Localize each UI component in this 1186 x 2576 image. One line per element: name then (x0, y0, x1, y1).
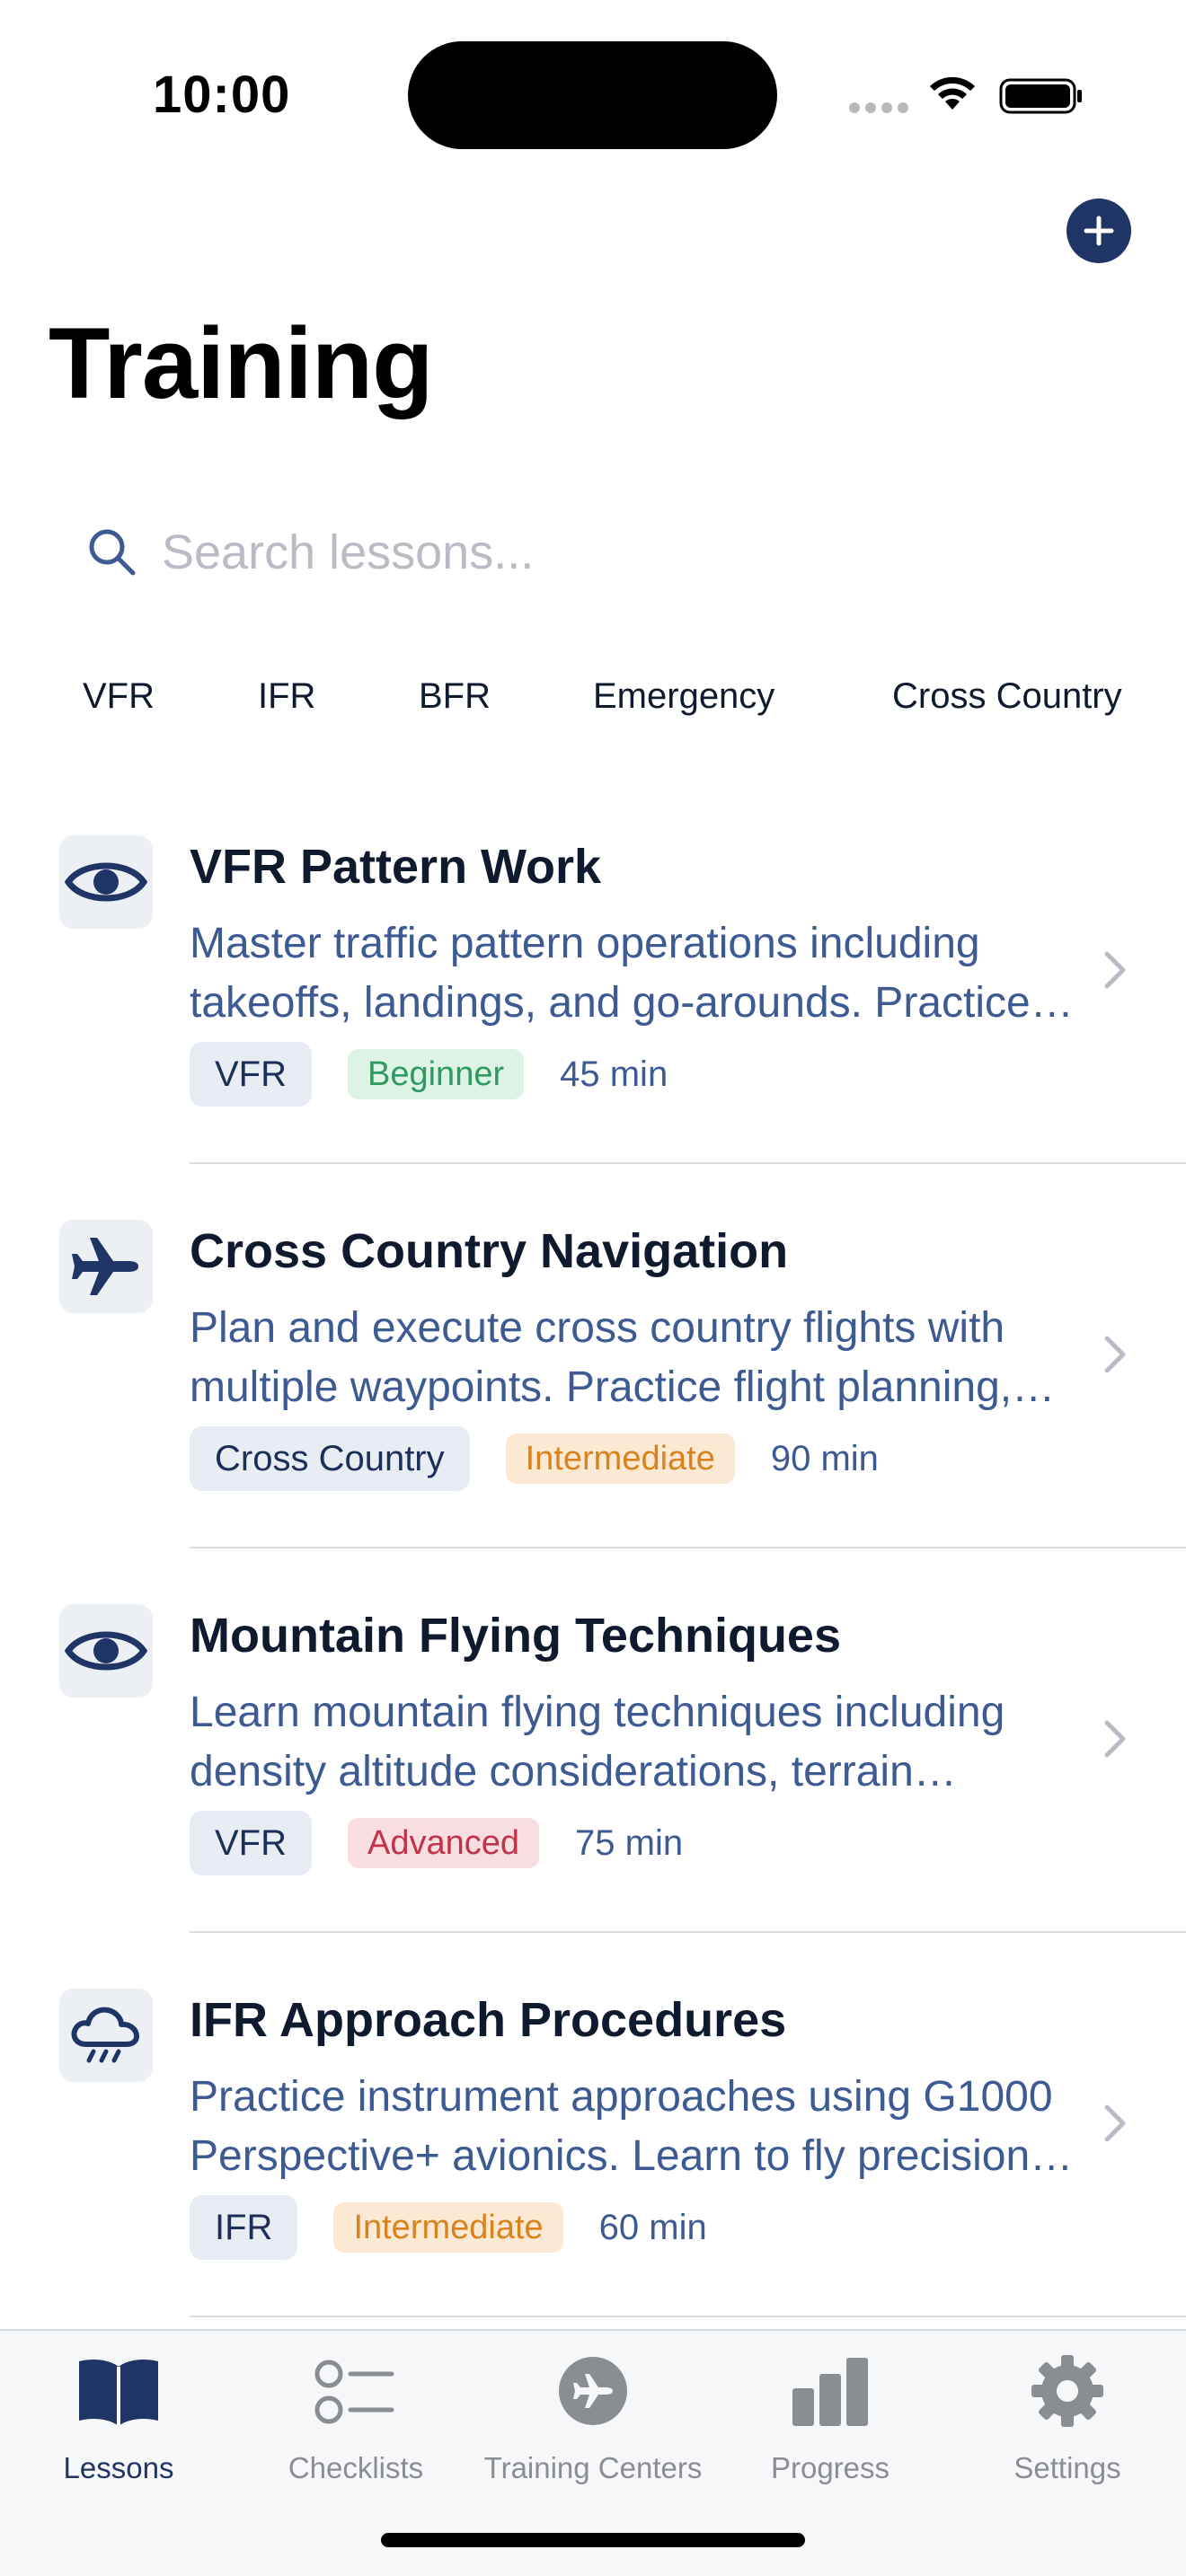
lesson-icon-box (59, 1989, 153, 2082)
lesson-tags: IFR Intermediate 60 min (190, 2195, 707, 2260)
plus-icon (1084, 216, 1114, 246)
lesson-tags: Cross Country Intermediate 90 min (190, 1426, 879, 1491)
filter-chip-cross-country[interactable]: Cross Country (892, 665, 1122, 728)
level-badge: Intermediate (505, 1434, 735, 1484)
eye-icon (64, 1631, 148, 1671)
cloud-rain-icon (71, 2007, 139, 2063)
duration-label: 60 min (598, 2207, 707, 2247)
tab-label: Settings (1013, 2451, 1121, 2484)
lesson-row[interactable]: VFR Pattern Work Master traffic pattern … (0, 790, 1186, 1175)
status-bar: 10:00 (0, 0, 1186, 180)
level-badge: Beginner (348, 1049, 525, 1099)
lesson-icon-box (59, 1604, 153, 1698)
dynamic-island (408, 41, 777, 149)
book-icon (79, 2360, 158, 2426)
category-tag: Cross Country (190, 1426, 470, 1491)
eye-icon (64, 862, 148, 902)
tab-label: Checklists (288, 2451, 424, 2484)
search-icon (89, 529, 136, 576)
gear-icon (1031, 2355, 1103, 2427)
chevron-right-icon (1104, 951, 1126, 989)
checklist-icon (314, 2360, 394, 2424)
home-indicator (381, 2533, 805, 2547)
tab-label: Training Centers (483, 2451, 703, 2484)
lesson-title: Cross Country Navigation (190, 1224, 789, 1278)
page-title: Training (49, 307, 434, 419)
divider (190, 1162, 1186, 1164)
lesson-title: IFR Approach Procedures (190, 1993, 787, 2047)
lesson-tags: VFR Beginner 45 min (190, 1042, 668, 1107)
filter-chip-bfr[interactable]: BFR (419, 665, 491, 728)
tab-label: Lessons (63, 2451, 174, 2484)
tab-settings[interactable]: Settings (949, 2331, 1186, 2510)
lesson-row[interactable]: Mountain Flying Techniques Learn mountai… (0, 1559, 1186, 1944)
divider (190, 1931, 1186, 1933)
level-badge: Advanced (348, 1818, 540, 1868)
tab-progress[interactable]: Progress (712, 2331, 949, 2510)
divider (190, 1547, 1186, 1548)
category-tag: VFR (190, 1811, 312, 1875)
tab-training-centers[interactable]: Training Centers (474, 2331, 712, 2510)
wifi-icon (930, 76, 975, 110)
battery-icon (999, 78, 1082, 114)
duration-label: 75 min (575, 1822, 684, 1863)
duration-label: 90 min (770, 1438, 879, 1478)
category-tag: VFR (190, 1042, 312, 1107)
divider (190, 2316, 1186, 2317)
status-time: 10:00 (153, 66, 291, 124)
lesson-description: Plan and execute cross country flights w… (190, 1304, 1013, 1411)
lesson-description: Practice instrument approaches using G10… (190, 2073, 1053, 2180)
lesson-tags: VFR Advanced 75 min (190, 1811, 683, 1875)
add-lesson-button[interactable] (1067, 198, 1131, 263)
lesson-row[interactable]: Cross Country Navigation Plan and execut… (0, 1175, 1186, 1559)
filter-chip-emergency[interactable]: Emergency (593, 665, 774, 728)
lesson-title: Mountain Flying Techniques (190, 1609, 841, 1663)
lesson-description: Master traffic pattern operations includ… (190, 920, 1031, 1027)
tab-checklists[interactable]: Checklists (237, 2331, 474, 2510)
lesson-title: VFR Pattern Work (190, 840, 602, 894)
filter-chip-ifr[interactable]: IFR (258, 665, 315, 728)
search-bar[interactable] (49, 503, 1137, 602)
category-filter-row: VFR IFR BFR Emergency Cross Country (0, 665, 1186, 728)
lesson-row[interactable]: IFR Approach Procedures Practice instrum… (0, 1944, 1186, 2328)
tab-lessons[interactable]: Lessons (0, 2331, 237, 2510)
chevron-right-icon (1104, 1336, 1126, 1373)
search-input[interactable] (162, 525, 1105, 580)
airplane-circle-icon (559, 2357, 627, 2425)
category-tag: IFR (190, 2195, 298, 2260)
bar-chart-icon (792, 2358, 868, 2426)
filter-chip-vfr[interactable]: VFR (83, 665, 155, 728)
cellular-signal-icon (849, 102, 908, 113)
duration-label: 45 min (560, 1054, 668, 1094)
lesson-icon-box (59, 1220, 153, 1313)
level-badge: Intermediate (333, 2202, 563, 2253)
lesson-description: Learn mountain flying techniques includi… (190, 1689, 1005, 1795)
airplane-icon (72, 1238, 138, 1295)
chevron-right-icon (1104, 1720, 1126, 1758)
tab-label: Progress (770, 2451, 890, 2484)
lesson-icon-box (59, 835, 153, 929)
chevron-right-icon (1104, 2104, 1126, 2142)
